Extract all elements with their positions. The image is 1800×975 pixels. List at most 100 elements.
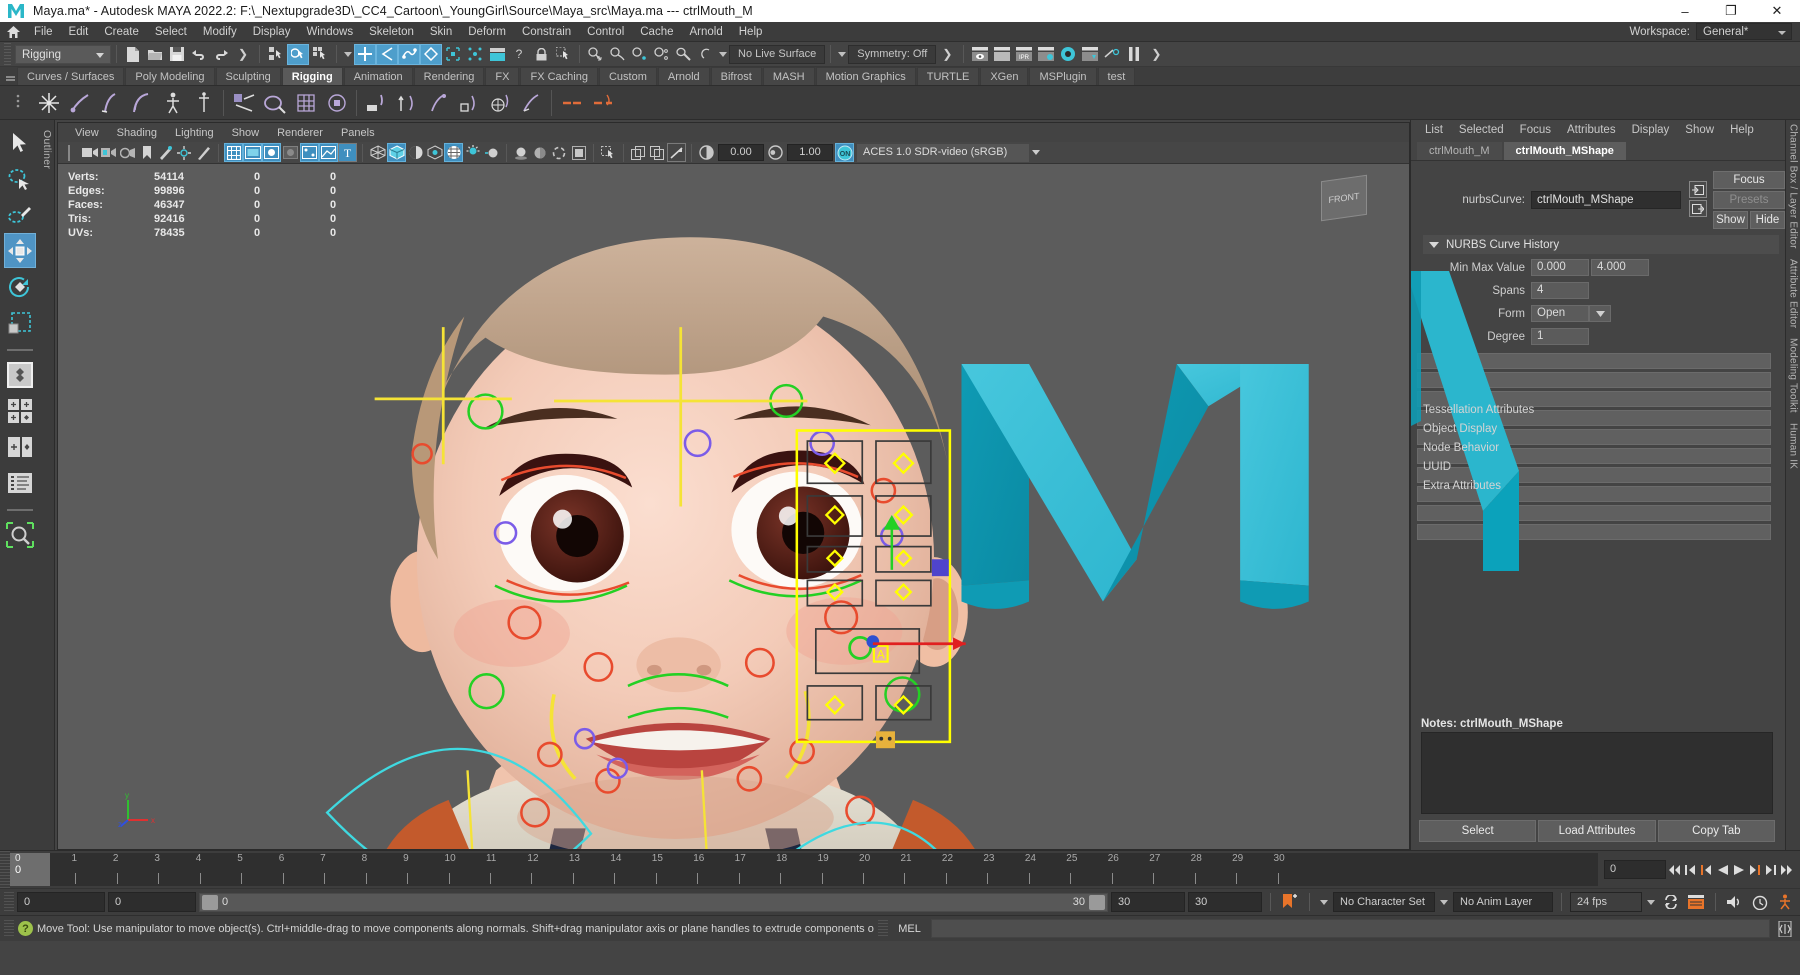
outliner-layout-button[interactable] xyxy=(4,465,36,500)
ae-menu-help[interactable]: Help xyxy=(1722,120,1762,140)
collapsed-section-tessellation[interactable] xyxy=(1417,448,1771,464)
gamma-value[interactable]: 1.00 xyxy=(787,144,833,161)
color-space-selector[interactable]: ACES 1.0 SDR-video (sRGB) xyxy=(857,143,1029,162)
render-current-frame-icon[interactable] xyxy=(969,44,991,65)
copy-tab-button[interactable]: Copy Tab xyxy=(1657,820,1775,842)
statusline-gripper[interactable] xyxy=(4,919,14,938)
dock-tab-human-ik[interactable]: Human IK xyxy=(1788,423,1799,469)
viewport-copy-icon[interactable] xyxy=(629,143,648,162)
lattice-deformer-icon[interactable] xyxy=(290,87,321,118)
presets-button[interactable]: Presets xyxy=(1713,191,1785,209)
scale-tool-button[interactable] xyxy=(4,305,36,340)
step-back-frame-icon[interactable] xyxy=(1699,860,1714,880)
mirror-skin-weights-icon[interactable] xyxy=(587,87,618,118)
play-backwards-icon[interactable] xyxy=(1715,860,1730,880)
workspace-selector[interactable]: General* xyxy=(1696,23,1792,40)
select-node-next-icon[interactable] xyxy=(1689,200,1707,217)
playback-end-field[interactable]: 30 xyxy=(1188,892,1262,912)
menu-arnold[interactable]: Arnold xyxy=(682,22,731,42)
character-set-dropdown-icon[interactable] xyxy=(1318,892,1330,912)
ae-tab-ctrlmouth-mshape[interactable]: ctrlMouth_MShape xyxy=(1503,142,1626,160)
shadows-icon[interactable] xyxy=(512,143,531,162)
lasso-tool-button[interactable] xyxy=(4,161,36,196)
shelf-tab-xgen[interactable]: XGen xyxy=(980,67,1029,85)
shaded-wireframe-icon[interactable] xyxy=(406,143,425,162)
step-forward-frame-icon[interactable] xyxy=(1747,860,1762,880)
max-value-field[interactable]: 4.000 xyxy=(1591,259,1649,276)
view-cube-face-label[interactable]: FRONT xyxy=(1321,174,1367,222)
create-joint-icon[interactable] xyxy=(33,87,64,118)
degree-field[interactable]: 1 xyxy=(1531,328,1589,345)
node-name-field[interactable]: ctrlMouth_MShape xyxy=(1531,191,1681,209)
two-pane-layout-button[interactable] xyxy=(4,429,36,464)
camera-lock-icon[interactable] xyxy=(99,143,118,162)
loop-playback-icon[interactable] xyxy=(1660,892,1682,913)
shelf-tab-bifrost[interactable]: Bifrost xyxy=(710,67,762,85)
menu-deform[interactable]: Deform xyxy=(460,22,514,42)
shelf-tab-poly-modeling[interactable]: Poly Modeling xyxy=(125,67,215,85)
insert-joint-icon[interactable] xyxy=(126,87,157,118)
multisample-aa-icon[interactable] xyxy=(569,143,588,162)
isolate-select-icon[interactable] xyxy=(599,143,618,162)
select-object-icon[interactable] xyxy=(287,43,309,65)
mirror-joint-icon[interactable] xyxy=(556,87,587,118)
open-scene-icon[interactable] xyxy=(144,44,166,65)
ipr-render-icon[interactable]: IPR xyxy=(1013,44,1035,65)
shelf-tab-animation[interactable]: Animation xyxy=(343,67,413,85)
select-component-icon[interactable] xyxy=(309,44,331,65)
motion-blur-icon[interactable] xyxy=(550,143,569,162)
exposure-value[interactable]: 0.00 xyxy=(718,144,764,161)
shelf-tab-msplugin[interactable]: MSPlugin xyxy=(1029,67,1097,85)
pole-vector-constraint-icon[interactable] xyxy=(516,87,547,118)
sound-toggle-icon[interactable] xyxy=(1724,892,1746,913)
script-editor-icon[interactable] xyxy=(1774,918,1796,939)
shelf-gripper[interactable] xyxy=(4,68,17,85)
anim-layer-dropdown-icon[interactable] xyxy=(1438,892,1450,912)
anim-layer-field[interactable]: No Anim Layer xyxy=(1453,892,1553,912)
wireframe-shading-icon[interactable] xyxy=(368,143,387,162)
all-lights-icon[interactable] xyxy=(482,143,501,162)
curve-snap-c-icon[interactable] xyxy=(629,44,651,65)
viewport-3d[interactable]: A Verts: 54114 0 0 Edges: 99896 0 0 Face… xyxy=(58,164,1409,849)
skeleton-figure-icon[interactable] xyxy=(157,87,188,118)
menu-select[interactable]: Select xyxy=(147,22,195,42)
range-slider[interactable]: 0 30 xyxy=(199,892,1108,912)
toggle-xray-icon[interactable] xyxy=(300,143,319,162)
go-to-start-icon[interactable] xyxy=(1667,860,1682,880)
menu-file[interactable]: File xyxy=(26,22,61,42)
command-input[interactable] xyxy=(930,919,1770,938)
step-forward-key-icon[interactable] xyxy=(1763,860,1778,880)
auto-keyframe-toggle-icon[interactable] xyxy=(1279,892,1301,913)
range-slider-right-handle[interactable] xyxy=(1089,894,1105,910)
toggle-xray-joints-icon[interactable] xyxy=(319,143,338,162)
ae-menu-show[interactable]: Show xyxy=(1677,120,1722,140)
collapsed-section-row[interactable] xyxy=(1417,353,1771,369)
symmetry-dropdown-icon[interactable] xyxy=(836,44,848,64)
viewport-menu-show[interactable]: Show xyxy=(223,123,269,143)
paint-skin-weights-icon[interactable] xyxy=(259,87,290,118)
grease-pencil-tool-icon[interactable] xyxy=(194,143,213,162)
save-scene-icon[interactable] xyxy=(166,44,188,65)
point-constraint-icon[interactable] xyxy=(392,87,423,118)
load-attributes-button[interactable]: Load Attributes xyxy=(1538,820,1656,842)
new-scene-icon[interactable] xyxy=(122,44,144,65)
view-cube[interactable]: FRONT xyxy=(1321,174,1377,228)
collapsed-section-row[interactable] xyxy=(1417,410,1771,426)
menu-create[interactable]: Create xyxy=(96,22,147,42)
outliner-search-button[interactable] xyxy=(4,517,36,552)
snap-to-point-icon[interactable] xyxy=(398,43,420,65)
menu-help[interactable]: Help xyxy=(731,22,771,42)
scale-constraint-icon[interactable] xyxy=(454,87,485,118)
form-field[interactable]: Open xyxy=(1531,305,1589,322)
menu-edit[interactable]: Edit xyxy=(61,22,97,42)
color-management-toggle[interactable]: ON xyxy=(835,143,854,162)
collapsed-section-node-behavior[interactable] xyxy=(1417,486,1771,502)
shelf-tab-fx-caching[interactable]: FX Caching xyxy=(520,67,598,85)
live-surface-dropdown-icon[interactable] xyxy=(717,44,729,64)
timecode-icon[interactable] xyxy=(1749,892,1771,913)
live-surface-field[interactable]: No Live Surface xyxy=(729,44,826,64)
snap-dropdown-icon[interactable] xyxy=(342,44,354,64)
toggle-text-icon[interactable]: T xyxy=(338,143,357,162)
character-set-field[interactable]: No Character Set xyxy=(1333,892,1435,912)
symmetry-field[interactable]: Symmetry: Off xyxy=(848,44,937,64)
